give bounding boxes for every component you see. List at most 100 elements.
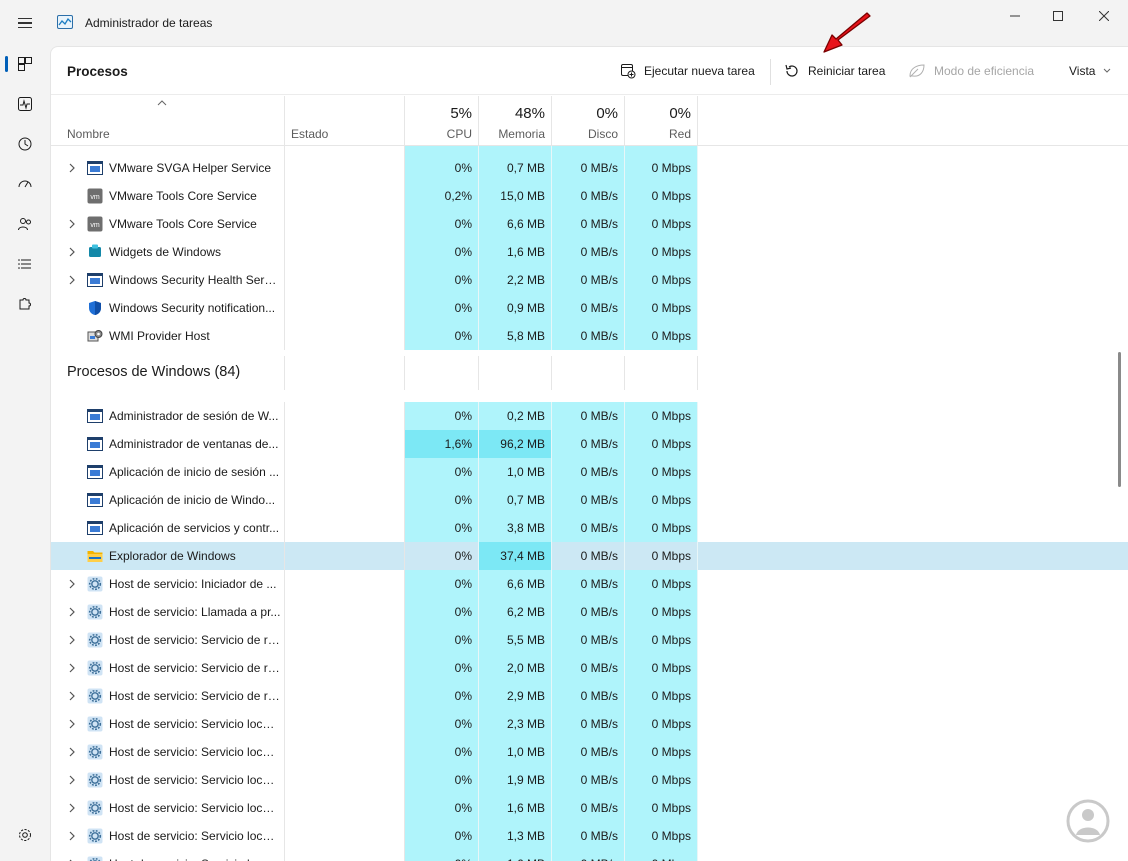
cpu-value: 0% xyxy=(405,322,479,350)
chevron-right-icon[interactable] xyxy=(67,831,77,841)
process-row[interactable]: Host de servicio: Servicio local... 0% 2,3… xyxy=(51,710,1128,738)
chevron-right-icon[interactable] xyxy=(67,579,77,589)
process-status-cell xyxy=(285,238,405,266)
service-window-icon xyxy=(87,521,103,535)
chevron-right-icon[interactable] xyxy=(67,719,77,729)
process-row[interactable]: Aplicación de inicio de sesión ... 0% 1,0 … xyxy=(51,458,1128,486)
settings-gear-icon xyxy=(19,829,31,841)
disk-value: 0 MB/s xyxy=(552,570,625,598)
efficiency-mode-button[interactable]: Modo de eficiencia xyxy=(908,58,1034,84)
chevron-right-icon[interactable] xyxy=(67,803,77,813)
process-status-cell xyxy=(285,294,405,322)
chevron-right-icon[interactable] xyxy=(67,663,77,673)
hamburger-menu-icon[interactable] xyxy=(12,12,38,34)
process-name-cell: Windows Security Health Servi... xyxy=(51,266,285,294)
column-header-disk[interactable]: 0% Disco xyxy=(552,96,625,146)
users-icon xyxy=(18,218,31,231)
process-row[interactable]: vm VMware Tools Core Service 0% 6,6 MB 0 MB/… xyxy=(51,210,1128,238)
efficiency-leaf-icon xyxy=(909,64,925,78)
process-row[interactable]: Explorador de Windows 0% 37,4 MB 0 MB/s 0 Mb… xyxy=(51,542,1128,570)
nav-settings[interactable] xyxy=(8,818,42,852)
run-new-task-button[interactable]: Ejecutar nueva tarea xyxy=(620,58,755,84)
process-name: Host de servicio: Servicio local... xyxy=(109,745,281,759)
cpu-value: 0% xyxy=(405,598,479,626)
nav-details[interactable] xyxy=(8,247,42,281)
process-row[interactable]: VMware SVGA Helper Service 0% 0,7 MB 0 MB/s… xyxy=(51,154,1128,182)
process-row[interactable]: Administrador de sesión de W... 0% 0,2 MB 0… xyxy=(51,402,1128,430)
chevron-right-icon[interactable] xyxy=(67,691,77,701)
column-memory-label: Memoria xyxy=(498,127,545,141)
network-total-percent: 0% xyxy=(669,105,691,122)
process-name: Host de servicio: Iniciador de ... xyxy=(109,577,277,591)
maximize-button[interactable] xyxy=(1035,0,1081,32)
chevron-right-icon[interactable] xyxy=(67,163,77,173)
process-row[interactable]: Host de servicio: Servicio de red 0% 2,9 M… xyxy=(51,682,1128,710)
vertical-scrollbar[interactable] xyxy=(1118,352,1121,487)
process-row[interactable]: Windows Security notification... 0% 0,9 MB… xyxy=(51,294,1128,322)
column-header-memory[interactable]: 48% Memoria xyxy=(479,96,552,146)
process-row[interactable]: vm VMware Tools Core Service 0,2% 15,0 MB 0 … xyxy=(51,182,1128,210)
cpu-value: 0% xyxy=(405,766,479,794)
nav-startup-apps[interactable] xyxy=(8,167,42,201)
column-header-status[interactable]: Estado xyxy=(285,96,405,146)
cpu-value: 0% xyxy=(405,458,479,486)
process-row[interactable]: Host de servicio: Servicio local... 0%1,6… xyxy=(51,794,1128,822)
process-row[interactable]: Host de servicio: Servicio de red 0% 5,5 M… xyxy=(51,626,1128,654)
chevron-right-icon[interactable] xyxy=(67,219,77,229)
restart-task-button[interactable]: Reiniciar tarea xyxy=(784,58,885,84)
nav-services[interactable] xyxy=(8,287,42,321)
process-row[interactable]: Host de servicio: Llamada a pr... 0% 6,2 M… xyxy=(51,598,1128,626)
group-title: Procesos de Windows (84) xyxy=(67,364,241,380)
network-value: 0 Mbps xyxy=(625,710,698,738)
process-name: Host de servicio: Servicio de red xyxy=(109,633,281,647)
network-value: 0 Mbps xyxy=(625,402,698,430)
chevron-right-icon[interactable] xyxy=(67,247,77,257)
process-status-cell xyxy=(285,626,405,654)
cpu-value: 0% xyxy=(405,542,479,570)
chevron-right-icon[interactable] xyxy=(67,635,77,645)
disk-value: 0 MB/s xyxy=(552,794,625,822)
disk-value: 0 MB/s xyxy=(552,766,625,794)
column-header-name[interactable]: Nombre xyxy=(51,96,285,146)
process-row[interactable]: Aplicación de servicios y contr... 0% 3,8 … xyxy=(51,514,1128,542)
nav-performance[interactable] xyxy=(8,87,42,121)
svg-text:vm: vm xyxy=(90,222,100,229)
process-name: Host de servicio: Llamada a pr... xyxy=(109,605,281,619)
close-button[interactable] xyxy=(1081,0,1127,32)
nav-users[interactable] xyxy=(8,207,42,241)
process-name: Host de servicio: Servicio de red xyxy=(109,689,281,703)
process-status-cell xyxy=(285,542,405,570)
nav-processes[interactable] xyxy=(5,47,42,81)
process-row[interactable]: Host de servicio: Servicio local... 0% 1,3… xyxy=(51,822,1128,850)
chevron-right-icon[interactable] xyxy=(67,747,77,757)
process-row[interactable]: Host de servicio: Servicio local... 0% 1,0… xyxy=(51,738,1128,766)
column-header-network[interactable]: 0% Red xyxy=(625,96,698,146)
chevron-right-icon[interactable] xyxy=(67,775,77,785)
nav-app-history[interactable] xyxy=(8,127,42,161)
chevron-right-icon[interactable] xyxy=(67,607,77,617)
process-name: Administrador de ventanas de... xyxy=(109,437,279,451)
process-row[interactable]: Host de servicio: Servicio local... 0%1,6… xyxy=(51,850,1128,861)
column-header-cpu[interactable]: 5% CPU xyxy=(405,96,479,146)
process-row[interactable]: Windows Security Health Servi... 0% 2,2 MB… xyxy=(51,266,1128,294)
minimize-button[interactable] xyxy=(992,0,1038,32)
cpu-total-percent: 5% xyxy=(450,105,472,122)
process-row[interactable]: WMI Provider Host 0% 5,8 MB 0 MB/s 0 Mbps xyxy=(51,322,1128,350)
process-list: VMware SVGA Helper Service 0% 0,7 MB 0 MB/s… xyxy=(51,146,1128,861)
network-value: 0 Mbps xyxy=(625,654,698,682)
chevron-right-icon[interactable] xyxy=(67,275,77,285)
process-row[interactable]: Host de servicio: Servicio local... 0% 1,9… xyxy=(51,766,1128,794)
disk-value: 0 MB/s xyxy=(552,322,625,350)
process-status-cell xyxy=(285,266,405,294)
process-row[interactable]: Host de servicio: Iniciador de ... 0% 6,6 … xyxy=(51,570,1128,598)
process-row[interactable]: Host de servicio: Servicio de red 0% 2,0 M… xyxy=(51,654,1128,682)
process-status-cell xyxy=(285,322,405,350)
process-name-cell: Host de servicio: Iniciador de ... xyxy=(51,570,285,598)
process-row[interactable]: Administrador de ventanas de... 1,6% 96,2 … xyxy=(51,430,1128,458)
process-row[interactable]: Widgets de Windows 0% 1,6 MB 0 MB/s 0 Mbps xyxy=(51,238,1128,266)
group-metric-cell xyxy=(479,356,552,390)
view-dropdown[interactable]: Vista xyxy=(1069,58,1111,84)
column-header-filler xyxy=(698,96,1128,146)
network-value: 0 Mbps xyxy=(625,182,698,210)
process-row[interactable]: Aplicación de inicio de Windo... 0% 0,7 MB… xyxy=(51,486,1128,514)
